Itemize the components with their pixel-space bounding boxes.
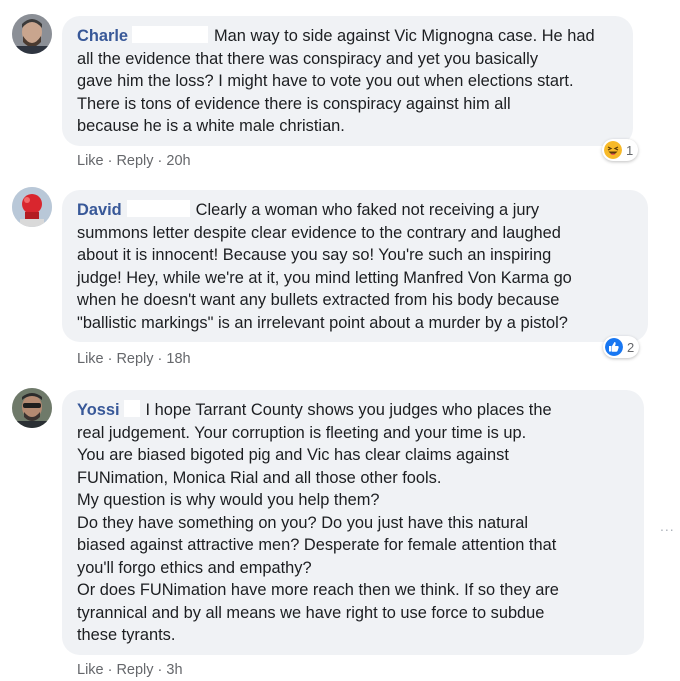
comment-text: There is tons of evidence there is consp… (77, 94, 511, 113)
comment-text: Clearly a woman who faked not receiving … (195, 201, 540, 219)
avatar[interactable] (12, 187, 52, 227)
avatar-image (12, 388, 52, 428)
comment-text: FUNimation, Monica Rial and all those ot… (77, 468, 442, 487)
more-options-icon[interactable]: ... (660, 518, 675, 534)
reaction-count: 2 (627, 339, 635, 355)
comment-text: all the evidence that there was conspira… (77, 49, 539, 68)
comment-text: "ballistic markings" is an irrelevant po… (77, 313, 568, 332)
comment-text: because he is a white male christian. (77, 117, 345, 135)
comment-text: gave him the loss? I might have to vote … (77, 72, 574, 90)
comment-text: My question is why would you help them? (77, 491, 380, 509)
reaction-summary[interactable]: 1 (602, 139, 639, 161)
separator: · (157, 351, 163, 367)
like-link[interactable]: Like (77, 351, 104, 367)
comment-actions: Like · Reply · 20h (77, 153, 191, 169)
like-icon (605, 338, 623, 356)
comment-text: real judgement. Your corruption is fleet… (77, 423, 527, 442)
reply-link[interactable]: Reply (116, 662, 153, 678)
reaction-count: 1 (626, 142, 634, 158)
reply-link[interactable]: Reply (116, 351, 153, 367)
comment-text: Man way to side against Vic Mignogna cas… (214, 27, 595, 45)
timestamp[interactable]: 3h (166, 662, 182, 678)
timestamp[interactable]: 20h (166, 153, 190, 169)
redacted-name (132, 26, 209, 43)
comment-text: You are biased bigoted pig and Vic has c… (77, 446, 509, 464)
comment-actions: Like · Reply · 3h (77, 662, 183, 678)
haha-icon (604, 141, 622, 159)
comment-text: I hope Tarrant County shows you judges w… (145, 401, 552, 419)
author-name[interactable]: David (77, 201, 122, 219)
avatar[interactable] (12, 388, 52, 428)
comment-bubble: Charle Man way to side against Vic Mignog… (62, 16, 633, 146)
comment-text: biased against attractive men? Desperate… (77, 536, 557, 554)
like-link[interactable]: Like (77, 662, 104, 678)
comment-text: Or does FUNimation have more reach then … (77, 581, 559, 599)
comment-text: when he doesn't want any bullets extract… (77, 291, 560, 309)
separator: · (107, 153, 113, 169)
avatar[interactable] (12, 14, 52, 54)
like-link[interactable]: Like (77, 153, 104, 169)
comment-bubble: Yossi I hope Tarrant County shows you jud… (62, 390, 644, 655)
redacted-name (126, 200, 190, 217)
separator: · (107, 662, 113, 678)
timestamp[interactable]: 18h (166, 351, 190, 367)
comment-text: summons letter despite clear evidence to… (77, 223, 561, 242)
comment-text: these tyrants. (77, 626, 176, 644)
redacted-name (123, 400, 140, 417)
comment-text: Do they have something on you? Do you ju… (77, 513, 529, 532)
reaction-summary[interactable]: 2 (603, 336, 640, 358)
comment-text: tyrannical and by all means we have righ… (77, 603, 545, 622)
separator: · (107, 351, 113, 367)
comment-text: you'll forgo ethics and empathy? (77, 558, 312, 577)
author-name[interactable]: Charle (77, 27, 128, 45)
avatar-image (12, 14, 52, 54)
author-name[interactable]: Yossi (77, 401, 120, 419)
comment-text: about it is innocent! Because you say so… (77, 246, 552, 264)
separator: · (157, 153, 163, 169)
comment-actions: Like · Reply · 18h (77, 351, 191, 367)
reply-link[interactable]: Reply (116, 153, 153, 169)
avatar-image (12, 187, 52, 227)
comment-text: judge! Hey, while we're at it, you mind … (77, 268, 572, 287)
comment-bubble: David Clearly a woman who faked not recei… (62, 190, 648, 342)
separator: · (157, 662, 163, 678)
